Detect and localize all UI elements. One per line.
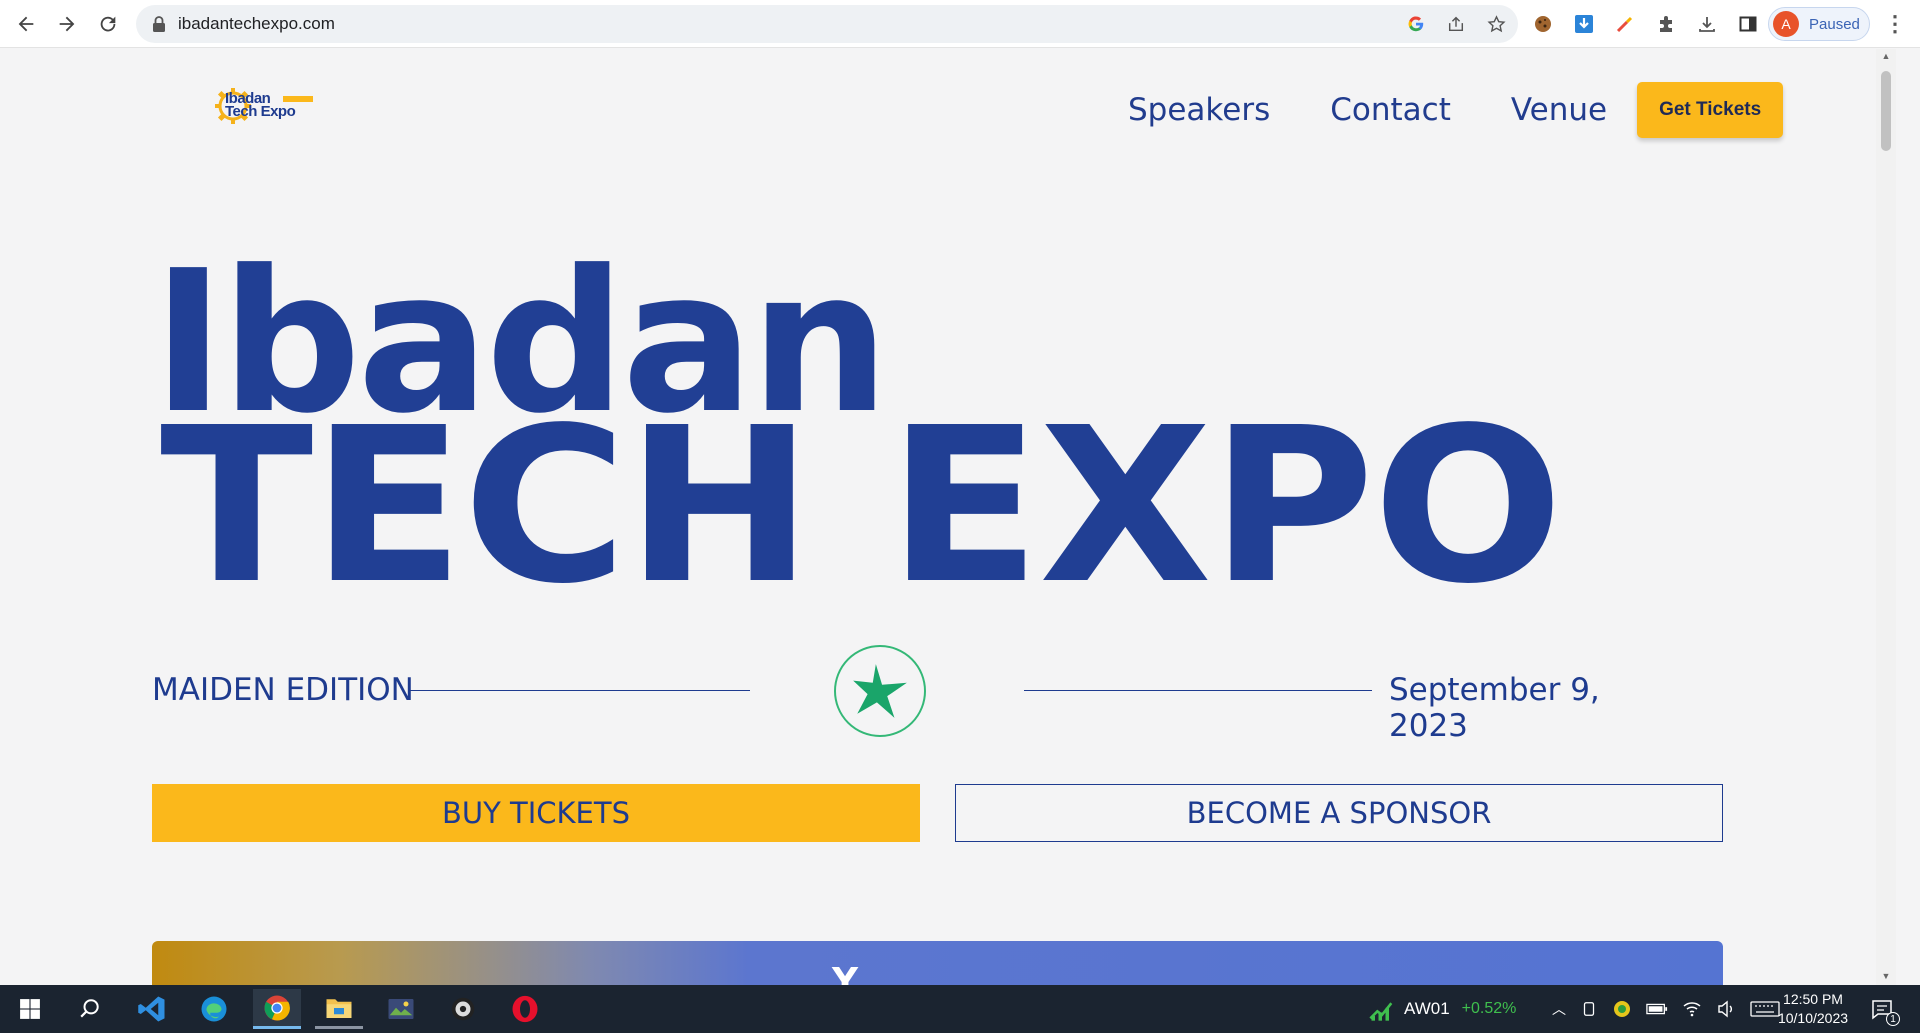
battery-icon[interactable] <box>1646 1001 1668 1017</box>
scroll-up-icon[interactable]: ▲ <box>1881 51 1891 61</box>
event-date: September 9, 2023 <box>1389 672 1600 744</box>
vscode-icon[interactable] <box>128 989 176 1029</box>
edition-row: MAIDEN EDITION September 9, 2023 <box>152 640 1650 744</box>
scroll-thumb[interactable] <box>1881 71 1891 151</box>
scroll-down-icon[interactable]: ▼ <box>1881 971 1891 981</box>
webpage: Ibadan Tech Expo Speakers Contact Venue … <box>0 49 1876 985</box>
color-picker-extension-icon[interactable] <box>1612 11 1638 37</box>
avatar: A <box>1773 11 1799 37</box>
gradient-banner: Y <box>152 941 1723 985</box>
clock-date: 10/10/2023 <box>1777 1010 1849 1026</box>
forward-icon[interactable] <box>47 4 87 44</box>
clock-time: 12:50 PM <box>1783 991 1843 1007</box>
menu-kebab-icon[interactable]: ⋮ <box>1880 10 1910 38</box>
tray-chevron-icon[interactable]: ︿ <box>1552 999 1566 1019</box>
profile-button[interactable]: A Paused <box>1768 7 1870 41</box>
back-icon[interactable] <box>6 4 46 44</box>
notification-badge: 1 <box>1886 1012 1900 1026</box>
hero-title-line2: TECH EXPO <box>160 382 1564 631</box>
buy-tickets-button[interactable]: BUY TICKETS <box>152 784 920 842</box>
banner-heading-peek: Y <box>832 961 859 985</box>
photos-app-icon[interactable] <box>377 989 425 1029</box>
edition-label: MAIDEN EDITION <box>152 672 414 708</box>
edge-icon[interactable] <box>190 989 238 1029</box>
nav-venue[interactable]: Venue <box>1511 92 1607 128</box>
media-app-icon[interactable] <box>439 989 487 1029</box>
nav-contact[interactable]: Contact <box>1330 92 1451 128</box>
star-icon <box>853 664 907 718</box>
logo-line2: Tech Expo <box>225 103 296 120</box>
file-explorer-icon[interactable] <box>315 989 363 1029</box>
system-clock[interactable]: 12:50 PM 10/10/2023 <box>1770 990 1856 1028</box>
site-logo[interactable]: Ibadan Tech Expo <box>213 85 318 127</box>
google-lens-icon[interactable] <box>1406 14 1426 34</box>
stock-change: +0.52% <box>1461 1000 1517 1017</box>
extensions-puzzle-icon[interactable] <box>1653 11 1679 37</box>
downloads-icon[interactable] <box>1694 11 1720 37</box>
chrome-taskbar-icon[interactable] <box>253 989 301 1029</box>
download-extension-icon[interactable] <box>1571 11 1597 37</box>
stock-chart-icon <box>1369 1002 1393 1021</box>
become-sponsor-button[interactable]: BECOME A SPONSOR <box>955 784 1723 842</box>
cookie-extension-icon[interactable] <box>1530 11 1556 37</box>
wifi-icon[interactable] <box>1682 999 1702 1019</box>
main-nav: Speakers Contact Venue Get Tickets <box>1128 82 1784 138</box>
url-text[interactable]: ibadantechexpo.com <box>178 14 335 34</box>
stock-ticker: AW01 <box>1404 999 1450 1018</box>
side-panel-icon[interactable] <box>1735 11 1761 37</box>
share-icon[interactable] <box>1446 14 1466 34</box>
divider-left <box>410 690 750 691</box>
nav-speakers[interactable]: Speakers <box>1128 92 1270 128</box>
bookmark-star-icon[interactable] <box>1486 14 1506 34</box>
divider-right <box>1024 690 1372 691</box>
reload-icon[interactable] <box>88 4 128 44</box>
page-scrollbar[interactable]: ▲ ▼ <box>1876 49 1896 985</box>
browser-toolbar: ibadantechexpo.com A Paused ⋮ <box>0 0 1920 48</box>
profile-status: Paused <box>1809 15 1860 33</box>
star-badge <box>834 645 926 737</box>
lock-icon[interactable] <box>152 16 166 32</box>
logo-accent-bar <box>283 96 313 102</box>
system-tray: ︿ <box>1552 985 1780 1033</box>
get-tickets-button[interactable]: Get Tickets <box>1637 82 1784 138</box>
tray-device-icon[interactable] <box>1580 1000 1598 1018</box>
search-icon[interactable] <box>66 989 114 1029</box>
windows-taskbar: AW01 +0.52% ︿ 12:50 PM 10/10/2023 1 <box>0 985 1920 1033</box>
stock-widget[interactable]: AW01 +0.52% <box>1368 985 1516 1033</box>
address-bar[interactable]: ibadantechexpo.com <box>136 5 1518 43</box>
volume-icon[interactable] <box>1716 999 1736 1019</box>
windows-start-icon[interactable] <box>6 989 54 1029</box>
opera-icon[interactable] <box>501 989 549 1029</box>
notification-center-icon[interactable]: 1 <box>1862 989 1902 1029</box>
tray-app-icon[interactable] <box>1612 999 1632 1019</box>
